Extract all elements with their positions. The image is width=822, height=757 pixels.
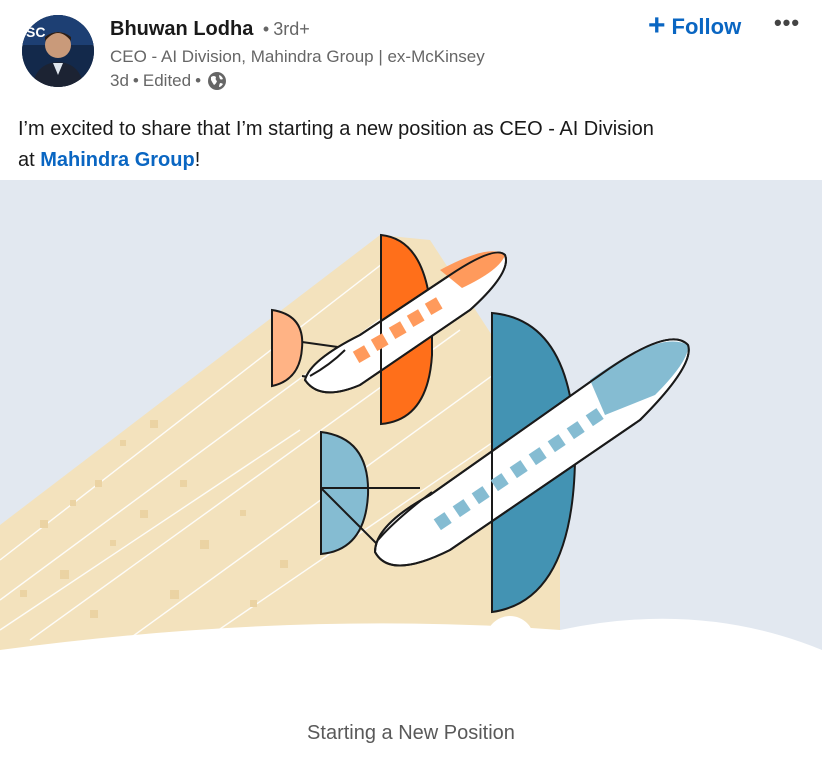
image-caption: Starting a New Position bbox=[307, 722, 515, 744]
follow-button[interactable]: + Follow bbox=[640, 10, 749, 44]
avatar[interactable]: SC bbox=[22, 15, 94, 87]
post-time: 3d bbox=[110, 71, 129, 90]
post-body: I’m excited to share that I’m starting a… bbox=[18, 114, 798, 176]
separator-dot: • bbox=[132, 71, 139, 90]
follow-label: Follow bbox=[671, 14, 742, 39]
globe-icon bbox=[207, 71, 227, 91]
author-headline: CEO - AI Division, Mahindra Group | ex-M… bbox=[110, 47, 485, 66]
author-line: Bhuwan Lodha • 3rd+ bbox=[110, 16, 310, 42]
post-text-main: I’m excited to share that I’m starting a… bbox=[18, 118, 654, 140]
connection-degree: 3rd+ bbox=[273, 19, 310, 39]
plus-icon: + bbox=[648, 8, 666, 42]
edited-label: Edited bbox=[142, 71, 192, 90]
author-name[interactable]: Bhuwan Lodha bbox=[110, 18, 253, 40]
post-header: SC Bhuwan Lodha • 3rd+ CEO - AI Division,… bbox=[0, 0, 822, 100]
airplanes-illustration bbox=[0, 180, 822, 680]
company-link[interactable]: Mahindra Group bbox=[40, 149, 194, 171]
post-meta: 3d • Edited • bbox=[110, 71, 227, 91]
separator-dot: • bbox=[195, 71, 202, 90]
svg-text:SC: SC bbox=[26, 24, 45, 40]
post-text-at: at bbox=[18, 149, 41, 171]
more-options-button[interactable]: ••• bbox=[772, 8, 802, 38]
post-text-end: ! bbox=[194, 149, 201, 171]
post-image[interactable] bbox=[0, 180, 822, 680]
separator-dot: • bbox=[262, 19, 270, 39]
